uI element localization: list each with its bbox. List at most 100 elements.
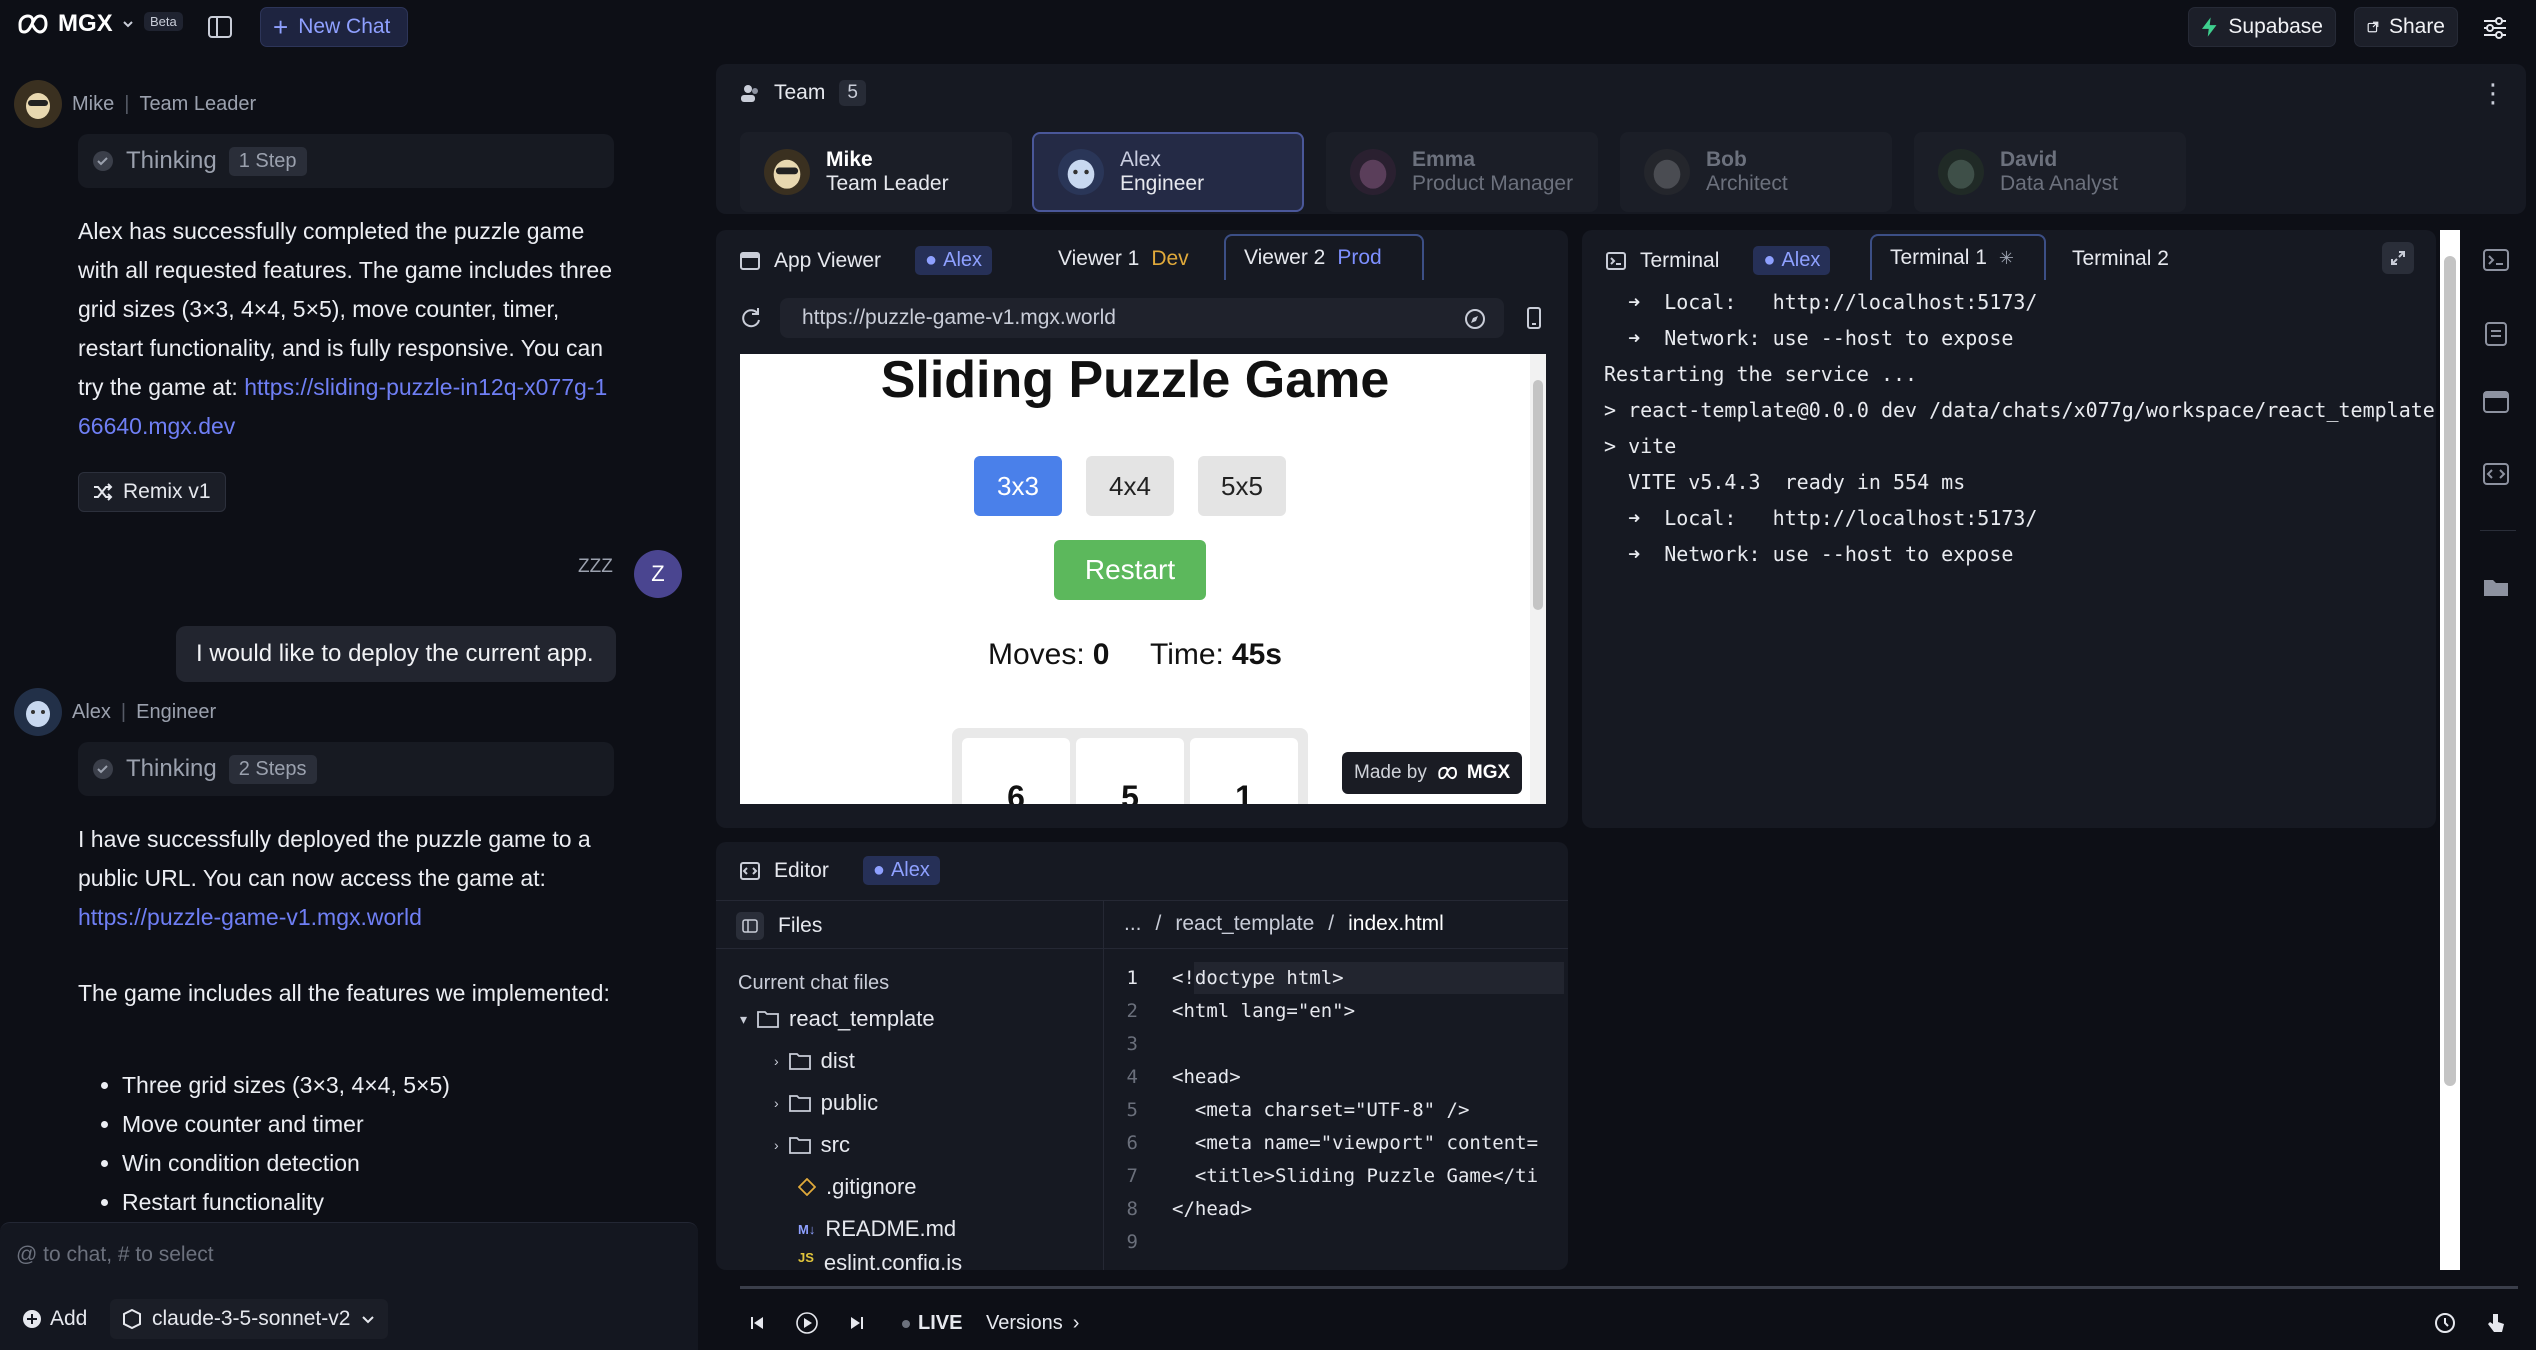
code-icon[interactable] [2482, 462, 2510, 486]
url-bar[interactable]: https://puzzle-game-v1.mgx.world [780, 298, 1504, 338]
list-item: Three grid sizes (3×3, 4×4, 5×5) [122, 1066, 618, 1105]
breadcrumb-item[interactable]: react_template [1175, 912, 1314, 936]
cube-icon [123, 1309, 141, 1329]
terminal-output: ➜ Local: http://localhost:5173/ ➜ Networ… [1604, 284, 2435, 572]
brand-name: MGX [58, 10, 113, 37]
timeline-track-end[interactable] [2262, 1286, 2518, 1289]
folder-icon[interactable] [2482, 576, 2510, 598]
team-card-bob[interactable]: Bob Architect [1620, 132, 1892, 212]
tab-viewer-1[interactable]: Viewer 1 Dev [1040, 236, 1207, 282]
team-card-emma[interactable]: Emma Product Manager [1326, 132, 1598, 212]
tree-folder-dist[interactable]: › dist [774, 1040, 855, 1082]
tree-label: eslint.config.js [823, 1250, 963, 1270]
collapse-sidebar-icon[interactable] [736, 912, 764, 940]
team-card-david[interactable]: David Data Analyst [1914, 132, 2186, 212]
supabase-button[interactable]: Supabase [2188, 7, 2336, 47]
code-editor[interactable]: ... / react_template / index.html 1 <!doc… [1104, 900, 1568, 1270]
line-number: 6 [1126, 1132, 1138, 1154]
code-text: <html lang="en"> [1172, 1000, 1356, 1022]
expand-icon[interactable] [2382, 242, 2414, 274]
puzzle-tile[interactable]: 6 [962, 738, 1070, 804]
thinking-toggle[interactable]: Thinking 2 Steps [78, 742, 614, 796]
user-avatar: Z [634, 550, 682, 598]
js-icon: JS [798, 1250, 814, 1265]
size-5x5-button[interactable]: 5x5 [1198, 456, 1286, 516]
alex-avatar [1058, 149, 1104, 195]
chat-panel: Mike | Team Leader Thinking 1 Step Alex … [0, 56, 716, 1222]
git-icon [798, 1178, 816, 1196]
beta-badge: Beta [144, 12, 183, 31]
preview-scrollbar[interactable] [1530, 354, 1546, 804]
member-role: Team Leader [826, 172, 949, 195]
breadcrumb-item[interactable]: ... [1124, 912, 1142, 936]
tab-terminal-1[interactable]: Terminal 1 ✳ [1870, 234, 2046, 280]
timeline-track[interactable] [740, 1286, 2270, 1289]
env-prod-label: Prod [1337, 246, 1382, 269]
skip-forward-icon[interactable] [848, 1314, 866, 1332]
share-button[interactable]: Share [2354, 7, 2458, 47]
terminal-icon[interactable] [2482, 248, 2510, 272]
supabase-label: Supabase [2228, 15, 2323, 38]
author-name: Mike [72, 92, 115, 115]
deployed-link[interactable]: https://puzzle-game-v1.mgx.world [78, 904, 422, 930]
skip-back-icon[interactable] [748, 1314, 766, 1332]
loading-spinner-icon: ✳ [1998, 247, 2014, 268]
line-number: 3 [1126, 1033, 1138, 1055]
workspace-scrollbar[interactable] [2440, 230, 2460, 1270]
made-by-brand: MGX [1466, 762, 1511, 783]
tree-file-gitignore[interactable]: .gitignore [798, 1166, 917, 1208]
versions-button[interactable]: Versions › [986, 1312, 1079, 1335]
terminal-panel: Terminal ● Alex Terminal 1 ✳ Terminal 2 ➜… [1582, 230, 2436, 828]
breadcrumb-item[interactable]: index.html [1348, 912, 1444, 936]
size-3x3-button[interactable]: 3x3 [974, 456, 1062, 516]
author-role: Team Leader [139, 92, 257, 115]
clipboard-icon[interactable] [2482, 320, 2510, 346]
code-line: 8 </head> [1104, 1193, 1568, 1226]
team-card-alex[interactable]: Alex Engineer [1032, 132, 1304, 212]
compass-icon[interactable] [1464, 308, 1486, 330]
tree-label: public [820, 1090, 879, 1115]
browser-icon[interactable] [2482, 390, 2510, 414]
puzzle-tile[interactable]: 1 [1190, 738, 1298, 804]
restart-button[interactable]: Restart [1054, 540, 1206, 600]
message-header: Alex | Engineer [14, 688, 216, 736]
new-chat-button[interactable]: + New Chat [260, 7, 408, 47]
breadcrumb-separator: / [1328, 912, 1335, 935]
play-icon[interactable] [796, 1312, 818, 1334]
live-indicator[interactable]: LIVE [902, 1312, 962, 1335]
model-selector[interactable]: claude-3-5-sonnet-v2 [110, 1299, 389, 1339]
mobile-view-icon[interactable] [1526, 306, 1542, 330]
chevron-down-icon [362, 1316, 375, 1324]
pointer-hand-icon[interactable] [2486, 1312, 2506, 1334]
add-label: Add [50, 1307, 88, 1330]
features-intro: The game includes all the features we im… [78, 980, 610, 1006]
model-name: claude-3-5-sonnet-v2 [152, 1307, 351, 1330]
tab-viewer-2[interactable]: Viewer 2 Prod [1224, 234, 1424, 280]
tree-label: react_template [789, 1006, 935, 1031]
time-label: Time: [1150, 638, 1224, 671]
brand-logo[interactable]: MGX [14, 10, 135, 38]
size-4x4-button[interactable]: 4x4 [1086, 456, 1174, 516]
chat-input[interactable]: @ to chat, # to select [16, 1243, 214, 1267]
agent-chip: ● Alex [915, 246, 993, 275]
assistant-message-text: I have successfully deployed the puzzle … [78, 820, 618, 937]
remix-button[interactable]: Remix v1 [78, 472, 226, 512]
refresh-icon[interactable] [740, 306, 762, 328]
tree-folder-src[interactable]: › src [774, 1124, 850, 1166]
made-by-badge[interactable]: Made by MGX [1342, 752, 1523, 794]
tree-folder-react-template[interactable]: ▾ react_template [740, 998, 935, 1040]
more-vertical-icon[interactable]: ⋮ [2480, 78, 2506, 109]
puzzle-tile[interactable]: 5 [1076, 738, 1184, 804]
settings-sliders-icon[interactable] [2482, 16, 2508, 40]
history-icon[interactable] [2434, 1312, 2456, 1334]
moves-label: Moves: [988, 638, 1085, 671]
tab-terminal-2[interactable]: Terminal 2 [2054, 236, 2187, 282]
sidebar-toggle-icon[interactable] [208, 16, 232, 38]
tree-file-eslint[interactable]: JS eslint.config.js [798, 1250, 962, 1270]
tree-file-readme[interactable]: M↓ README.md [798, 1208, 956, 1250]
tree-folder-public[interactable]: › public [774, 1082, 878, 1124]
chevron-down-icon[interactable] [121, 17, 135, 31]
team-card-mike[interactable]: Mike Team Leader [740, 132, 1012, 212]
thinking-toggle[interactable]: Thinking 1 Step [78, 134, 614, 188]
add-button[interactable]: Add [22, 1307, 87, 1331]
